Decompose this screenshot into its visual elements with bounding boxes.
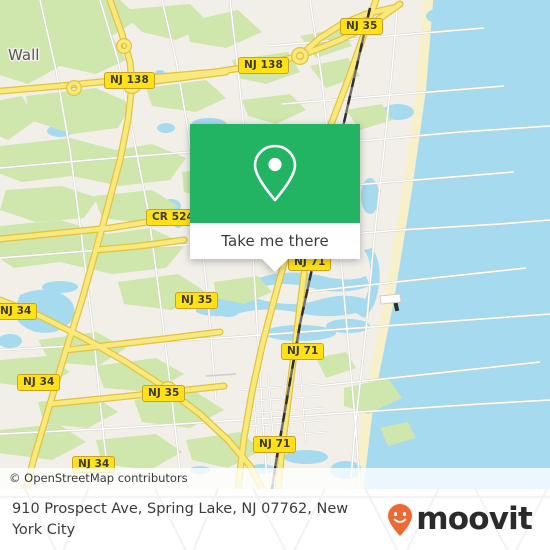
moovit-wordmark: moovit bbox=[416, 501, 533, 537]
road-shield-nj71: NJ 71 bbox=[281, 343, 325, 360]
moovit-brand-logo: moovit bbox=[387, 503, 538, 537]
map-pin-icon bbox=[253, 144, 297, 201]
callout-action-area[interactable]: Take me there bbox=[190, 223, 360, 259]
road-shield-nj35: NJ 35 bbox=[142, 385, 186, 402]
road-shield-nj71: NJ 71 bbox=[253, 436, 297, 453]
footer-content: 910 Prospect Ave, Spring Lake, NJ 07762,… bbox=[0, 489, 550, 550]
road-shield-nj35: NJ 35 bbox=[340, 18, 384, 35]
destination-callout-card[interactable]: Take me there bbox=[190, 124, 360, 272]
destination-address-text: 910 Prospect Ave, Spring Lake, NJ 07762,… bbox=[12, 500, 349, 538]
callout-tail-pointer bbox=[262, 259, 288, 272]
road-shield-nj138: NJ 138 bbox=[238, 57, 289, 74]
road-shield-nj35: NJ 35 bbox=[175, 292, 219, 309]
road-shield-nj34: NJ 34 bbox=[17, 374, 61, 391]
map-attribution[interactable]: © OpenStreetMap contributors bbox=[0, 468, 550, 489]
moovit-smiley-pin-icon bbox=[388, 503, 413, 536]
road-shield-nj34: NJ 34 bbox=[0, 303, 38, 320]
footer-bar: 910 Prospect Ave, Spring Lake, NJ 07762,… bbox=[0, 489, 550, 550]
road-shield-nj138: NJ 138 bbox=[104, 72, 155, 89]
map-canvas[interactable]: Wall NJ 35 NJ 138 NJ 138 CR 524 NJ 71 NJ… bbox=[0, 0, 550, 489]
callout-icon-area bbox=[190, 124, 360, 223]
take-me-there-label: Take me there bbox=[221, 232, 329, 250]
map-result-page: Wall NJ 35 NJ 138 NJ 138 CR 524 NJ 71 NJ… bbox=[0, 0, 550, 550]
